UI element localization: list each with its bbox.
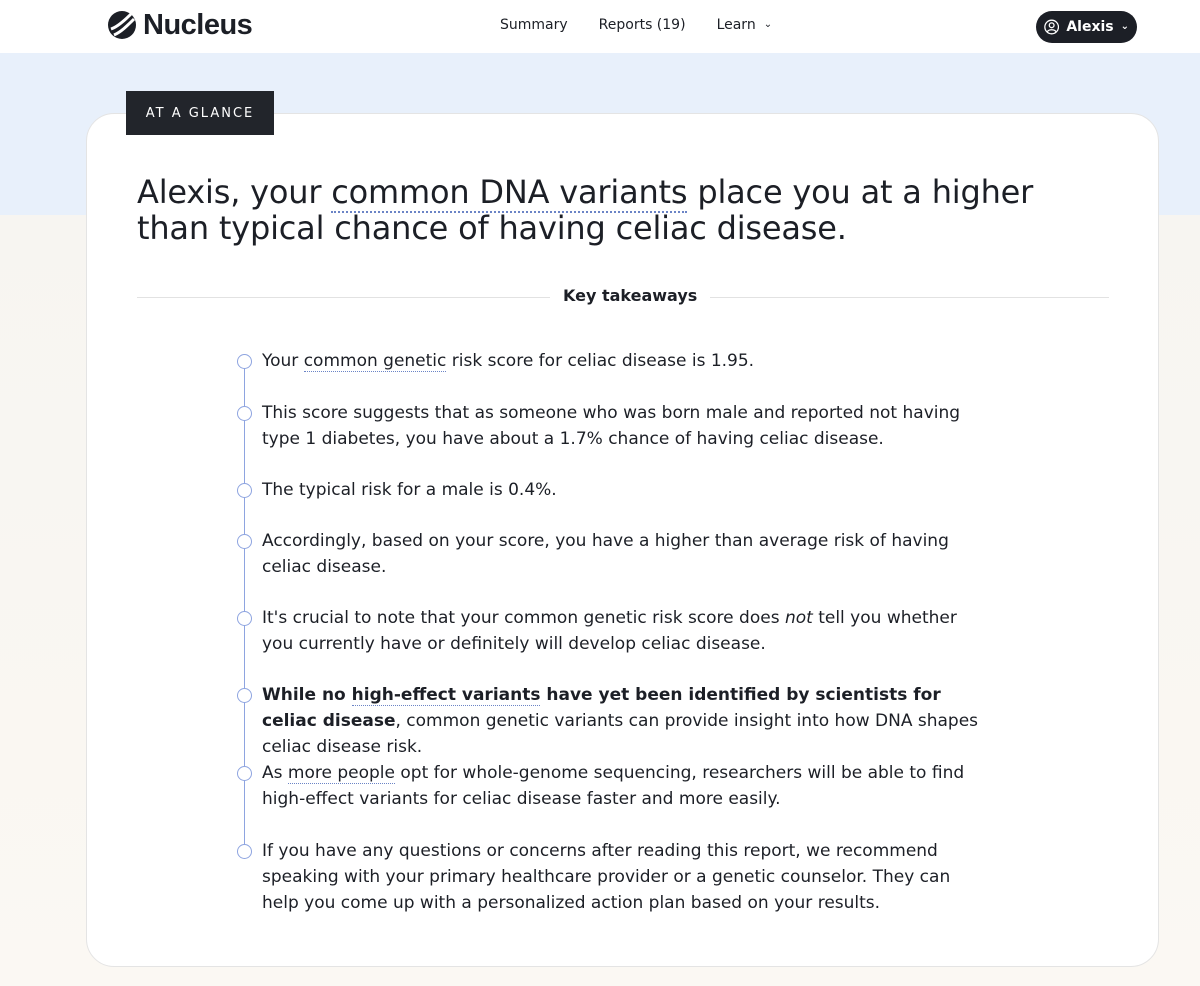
timeline-dot [237, 844, 252, 859]
takeaway-item-1: Your common genetic risk score for celia… [262, 348, 992, 374]
takeaway-item-7: As more people opt for whole-genome sequ… [262, 760, 992, 812]
nav-reports[interactable]: Reports (19) [599, 17, 686, 33]
chevron-down-icon: ⌄ [763, 18, 773, 30]
user-avatar-icon [1044, 19, 1060, 35]
timeline-dot [237, 354, 252, 369]
headline-text-1: Alexis, your [137, 173, 332, 211]
chevron-down-icon: ⌄ [1120, 20, 1129, 32]
takeaway-bold-text: While no [262, 685, 352, 705]
takeaway-text: Your [262, 351, 304, 371]
takeaway-text: As [262, 763, 288, 783]
takeaways-title: Key takeaways [550, 286, 711, 305]
takeaway-item-3: The typical risk for a male is 0.4%. [262, 480, 557, 500]
timeline-dot [237, 611, 252, 626]
takeaway-item-2: This score suggests that as someone who … [262, 403, 961, 449]
more-people-link[interactable]: more people [287, 763, 395, 784]
timeline-dot [237, 483, 252, 498]
nav-summary[interactable]: Summary [500, 17, 568, 33]
common-genetic-link[interactable]: common genetic [303, 351, 447, 372]
nav-learn-label: Learn [716, 17, 756, 33]
nucleus-logo-icon [108, 11, 136, 39]
takeaway-emphasis: not [784, 608, 813, 628]
nucleus-logo[interactable]: Nucleus [107, 8, 253, 41]
common-dna-variants-link[interactable]: common DNA variants [331, 173, 688, 213]
high-effect-variants-link[interactable]: high-effect variants [351, 685, 541, 706]
timeline-dot [237, 766, 252, 781]
at-a-glance-tag: AT A GLANCE [126, 91, 274, 135]
timeline-dot [237, 534, 252, 549]
nav-learn[interactable]: Learn ⌄ [717, 17, 773, 33]
takeaway-item-4: Accordingly, based on your score, you ha… [262, 531, 949, 577]
user-menu-button[interactable]: Alexis ⌄ [1036, 11, 1137, 43]
main-nav: Summary Reports (19) Learn ⌄ [500, 17, 772, 33]
takeaway-text: risk score for celiac disease is 1.95. [446, 351, 755, 371]
takeaway-item-6: While no high-effect variants have yet b… [262, 682, 992, 760]
timeline-dot [237, 406, 252, 421]
takeaway-item-5: It's crucial to note that your common ge… [262, 605, 992, 657]
takeaway-text: It's crucial to note that your common ge… [262, 608, 785, 628]
timeline-dot [237, 688, 252, 703]
user-name: Alexis [1066, 19, 1114, 35]
page-headline: Alexis, your common DNA variants place y… [137, 173, 1067, 246]
top-nav-bar: Nucleus Summary Reports (19) Learn ⌄ Ale… [0, 0, 1200, 53]
brand-name: Nucleus [143, 8, 253, 41]
takeaway-item-8: If you have any questions or concerns af… [262, 841, 951, 913]
